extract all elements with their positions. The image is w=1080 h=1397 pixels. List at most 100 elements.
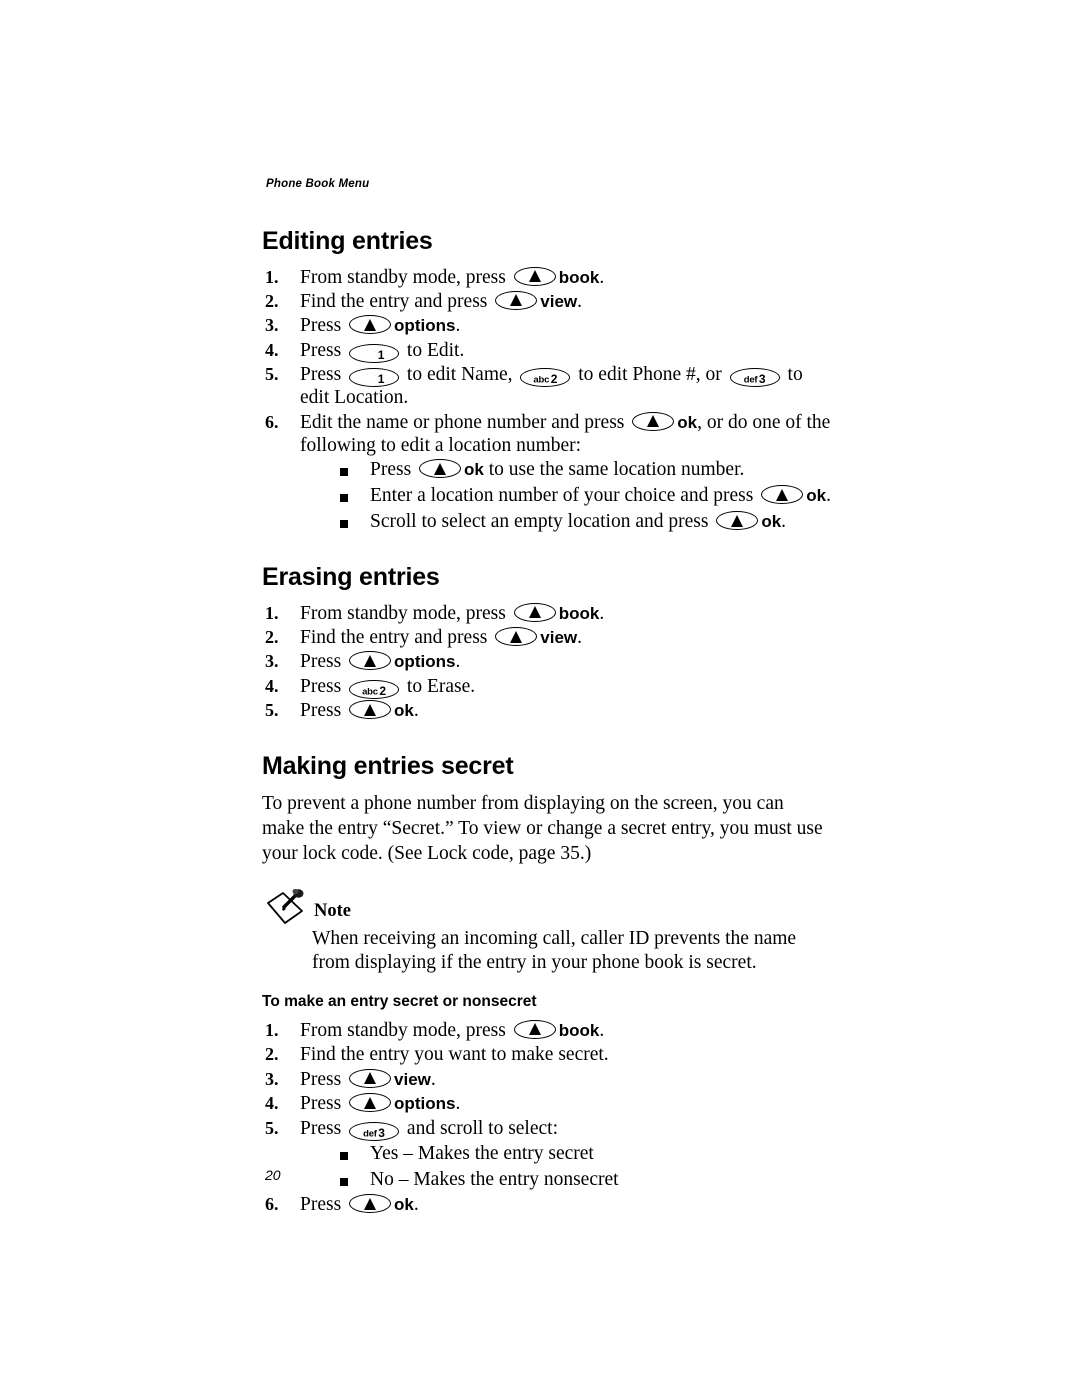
triangle-glyph: [528, 270, 541, 282]
list-item: 3. Press options.: [262, 315, 832, 338]
list-item: 3. Press view.: [262, 1068, 832, 1092]
secret-steps-container: 1. From standby mode, press book. 2. Find t…: [262, 1019, 832, 1217]
step-text: Enter a location number of your choice a…: [370, 485, 759, 507]
list-item: Yes – Makes the entry secret: [300, 1143, 832, 1166]
softkey-up-triangle-icon: [495, 627, 538, 647]
keypad-key-1-icon: 1: [349, 343, 400, 363]
key-letters: abc: [362, 686, 378, 698]
list-item: Enter a location number of your choice a…: [300, 485, 832, 508]
softkey-up-triangle-icon: [349, 1093, 392, 1113]
triangle-glyph: [647, 415, 660, 428]
step-text: .: [455, 1093, 461, 1115]
softkey-label-ok: ok: [761, 512, 782, 532]
softkey-label-view: view: [540, 628, 578, 648]
key-digit: 2: [550, 372, 558, 387]
softkey-up-triangle-icon: [761, 485, 804, 505]
triangle-glyph: [510, 630, 523, 643]
step-text: .: [826, 485, 831, 507]
page-title-making-entries-secret: Making entries secret: [262, 752, 514, 781]
softkey-label-view: view: [394, 1069, 431, 1089]
softkey-up-triangle-icon: [349, 315, 392, 335]
step-text: to Edit.: [402, 339, 465, 361]
key-digit: 2: [379, 683, 387, 698]
step-body: From standby mode, press book.: [300, 602, 605, 624]
step-text: .: [599, 602, 605, 624]
step-body: Edit the name or phone number and press …: [300, 411, 830, 456]
key-digit: 3: [758, 372, 766, 387]
softkey-up-triangle-icon: [716, 511, 759, 531]
step-number: 1.: [265, 1019, 279, 1040]
note-label: Note: [314, 900, 351, 921]
step-text: to edit Phone #, or: [573, 364, 727, 386]
softkey-up-triangle-icon: [632, 411, 675, 431]
numbered-step-list: 1. From standby mode, press book. 2. Find t…: [262, 602, 832, 724]
manual-page: Phone Book Menu Editing entries 1. From st…: [0, 0, 1080, 1397]
softkey-label-options: options: [394, 316, 456, 336]
step-body: Press def 3 and scroll to select:: [300, 1118, 558, 1141]
step-text: to Erase.: [402, 675, 476, 697]
step-number: 3.: [265, 315, 279, 336]
step-text: to edit Name,: [402, 364, 518, 386]
step-number: 1.: [265, 602, 279, 623]
list-item: 4. Press options.: [262, 1093, 832, 1116]
step-text: Press: [300, 675, 347, 697]
softkey-up-triangle-icon: [349, 700, 392, 720]
softkey-up-triangle-icon: [349, 1194, 392, 1214]
step-text: .: [413, 700, 419, 722]
list-item: 1. From standby mode, press book.: [262, 266, 832, 290]
step-body: Press abc 2 to Erase.: [300, 675, 476, 699]
bullet-list: Press ok to use the same location number…: [300, 459, 832, 534]
step-number: 2.: [265, 627, 279, 648]
page-title-editing-entries: Editing entries: [262, 227, 433, 255]
step-body: From standby mode, press book.: [300, 1019, 605, 1041]
step-body: Press 1 to edit Name, abc 2 to edit Phone…: [300, 364, 803, 408]
triangle-glyph: [364, 1072, 377, 1085]
step-text: Press: [370, 459, 417, 481]
list-item: 5. Press def 3 and scroll to select: Yes – …: [262, 1118, 832, 1192]
step-text: From standby mode, press: [300, 1019, 511, 1041]
note-body-text: When receiving an incoming call, caller …: [312, 927, 797, 974]
triangle-glyph: [731, 514, 744, 527]
bullet-list: Yes – Makes the entry secret No – Makes t…: [300, 1143, 832, 1192]
softkey-label-view: view: [540, 291, 578, 311]
step-body: Press ok.: [300, 700, 419, 721]
softkey-up-triangle-icon: [495, 290, 538, 310]
step-text: .: [413, 1194, 419, 1216]
softkey-label-ok: ok: [394, 1195, 414, 1215]
list-item: 2. Find the entry and press view.: [262, 627, 832, 650]
keypad-key-3-icon: def 3: [349, 1121, 400, 1141]
step-number: 3.: [265, 1068, 279, 1089]
list-item: 6. Press ok.: [262, 1194, 832, 1217]
step-number: 6.: [265, 1194, 279, 1215]
triangle-glyph: [528, 606, 541, 619]
softkey-up-triangle-icon: [513, 1019, 556, 1039]
step-text: No – Makes the entry nonsecret: [370, 1168, 619, 1190]
key-letters: def: [743, 374, 758, 386]
triangle-glyph: [776, 488, 789, 501]
step-text: Find the entry you want to make secret.: [300, 1044, 609, 1066]
softkey-label-ok: ok: [394, 701, 414, 721]
softkey-label-options: options: [394, 652, 456, 672]
softkey-up-triangle-icon: [513, 602, 556, 622]
square-bullet-icon: [340, 468, 348, 477]
sections-container: Editing entries 1. From standby mode, pres…: [262, 227, 832, 724]
softkey-label-options: options: [394, 1094, 456, 1114]
step-text: Press: [300, 339, 347, 361]
triangle-glyph: [364, 703, 377, 716]
step-body: Find the entry and press view.: [300, 290, 582, 312]
note-block: Note When receiving an incoming call, ca…: [262, 888, 832, 976]
list-item: 2. Find the entry you want to make secret…: [262, 1044, 832, 1067]
step-body: Find the entry you want to make secret.: [300, 1044, 609, 1065]
step-text: .: [599, 1019, 605, 1041]
step-text: Edit the name or phone number and press: [300, 411, 630, 433]
triangle-glyph: [510, 294, 523, 307]
step-text: Press: [300, 700, 347, 722]
step-text: From standby mode, press: [300, 266, 511, 288]
note-header: Note: [262, 888, 832, 925]
page-title-erasing-entries: Erasing entries: [262, 563, 440, 592]
step-number: 2.: [265, 290, 279, 311]
list-item: 3. Press options.: [262, 651, 832, 674]
bullet-body: No – Makes the entry nonsecret: [370, 1169, 619, 1190]
bullet-body: Scroll to select an empty location and p…: [370, 511, 786, 532]
square-bullet-icon: [340, 1151, 348, 1160]
